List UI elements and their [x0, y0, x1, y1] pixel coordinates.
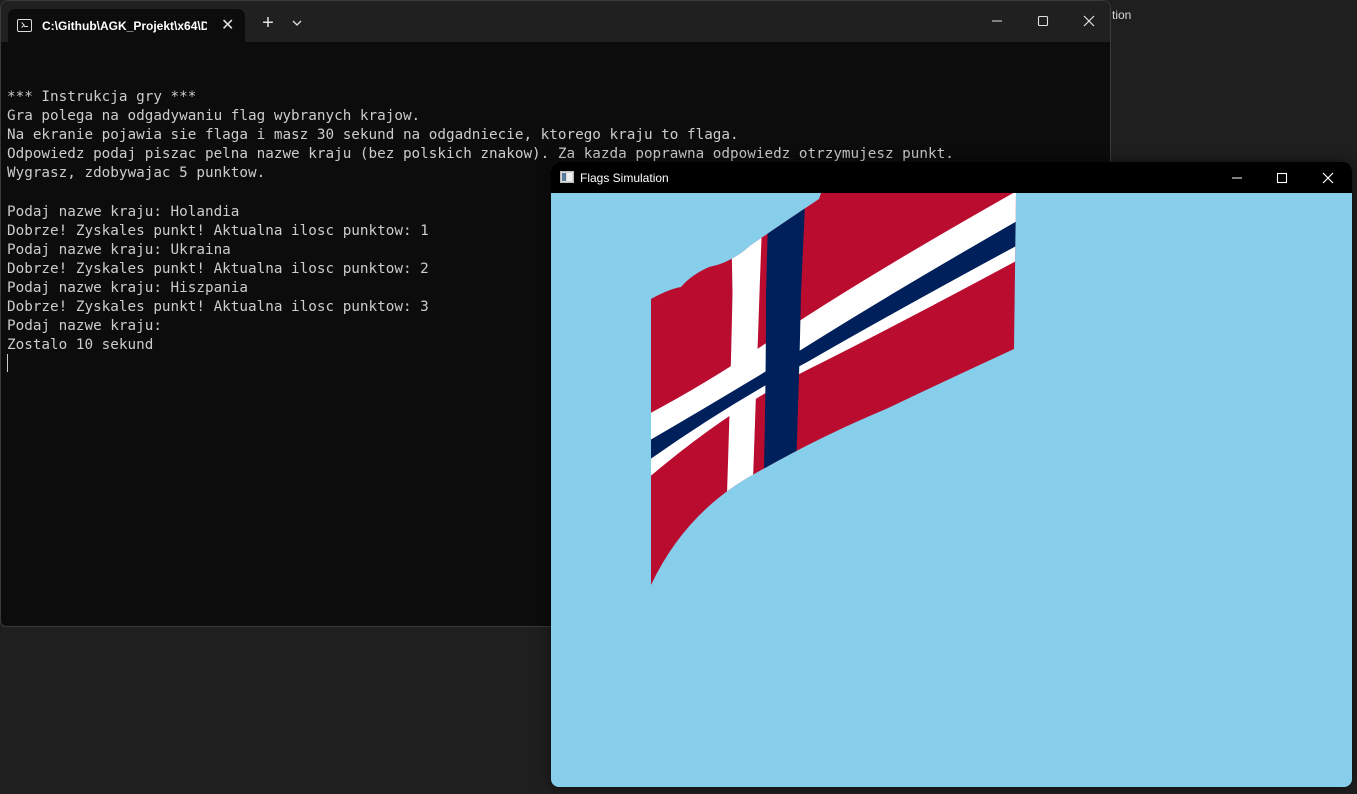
- minimize-button[interactable]: [974, 1, 1020, 41]
- maximize-icon: [1037, 15, 1049, 27]
- desktop: tion C:\Github\AGK_Projekt\x64\D ✕ + ***…: [0, 0, 1357, 794]
- terminal-titlebar[interactable]: C:\Github\AGK_Projekt\x64\D ✕ +: [1, 1, 1110, 42]
- flags-close-button[interactable]: [1305, 162, 1351, 193]
- flags-titlebar[interactable]: Flags Simulation: [551, 162, 1352, 193]
- close-button[interactable]: [1066, 1, 1110, 41]
- app-icon: [560, 171, 574, 183]
- tab-title: C:\Github\AGK_Projekt\x64\D: [42, 18, 207, 33]
- new-tab-button[interactable]: +: [259, 13, 277, 33]
- terminal-icon: [17, 19, 32, 32]
- maximize-button[interactable]: [1020, 1, 1066, 41]
- text-cursor: [7, 354, 8, 372]
- flags-simulation-window[interactable]: Flags Simulation: [551, 162, 1352, 787]
- flags-maximize-button[interactable]: [1259, 162, 1305, 193]
- minimize-icon: [992, 20, 1002, 22]
- flag-render-area: [651, 193, 1016, 585]
- terminal-tab[interactable]: C:\Github\AGK_Projekt\x64\D ✕: [8, 9, 245, 42]
- norway-flag: [651, 193, 1016, 585]
- background-window-title: tion: [1112, 8, 1132, 22]
- flags-minimize-button[interactable]: [1214, 162, 1260, 193]
- chevron-down-icon[interactable]: [290, 17, 304, 29]
- window-title: Flags Simulation: [580, 171, 669, 185]
- close-icon: [1083, 15, 1095, 27]
- maximize-icon: [1276, 172, 1288, 183]
- minimize-icon: [1232, 176, 1242, 179]
- close-icon: [1322, 172, 1334, 183]
- terminal-line: Gra polega na odgadywaniu flag wybranych…: [7, 108, 421, 125]
- terminal-line: Na ekranie pojawia sie flaga i masz 30 s…: [7, 127, 739, 144]
- terminal-line: *** Instrukcja gry ***: [7, 89, 197, 106]
- tab-close-icon[interactable]: ✕: [221, 17, 234, 34]
